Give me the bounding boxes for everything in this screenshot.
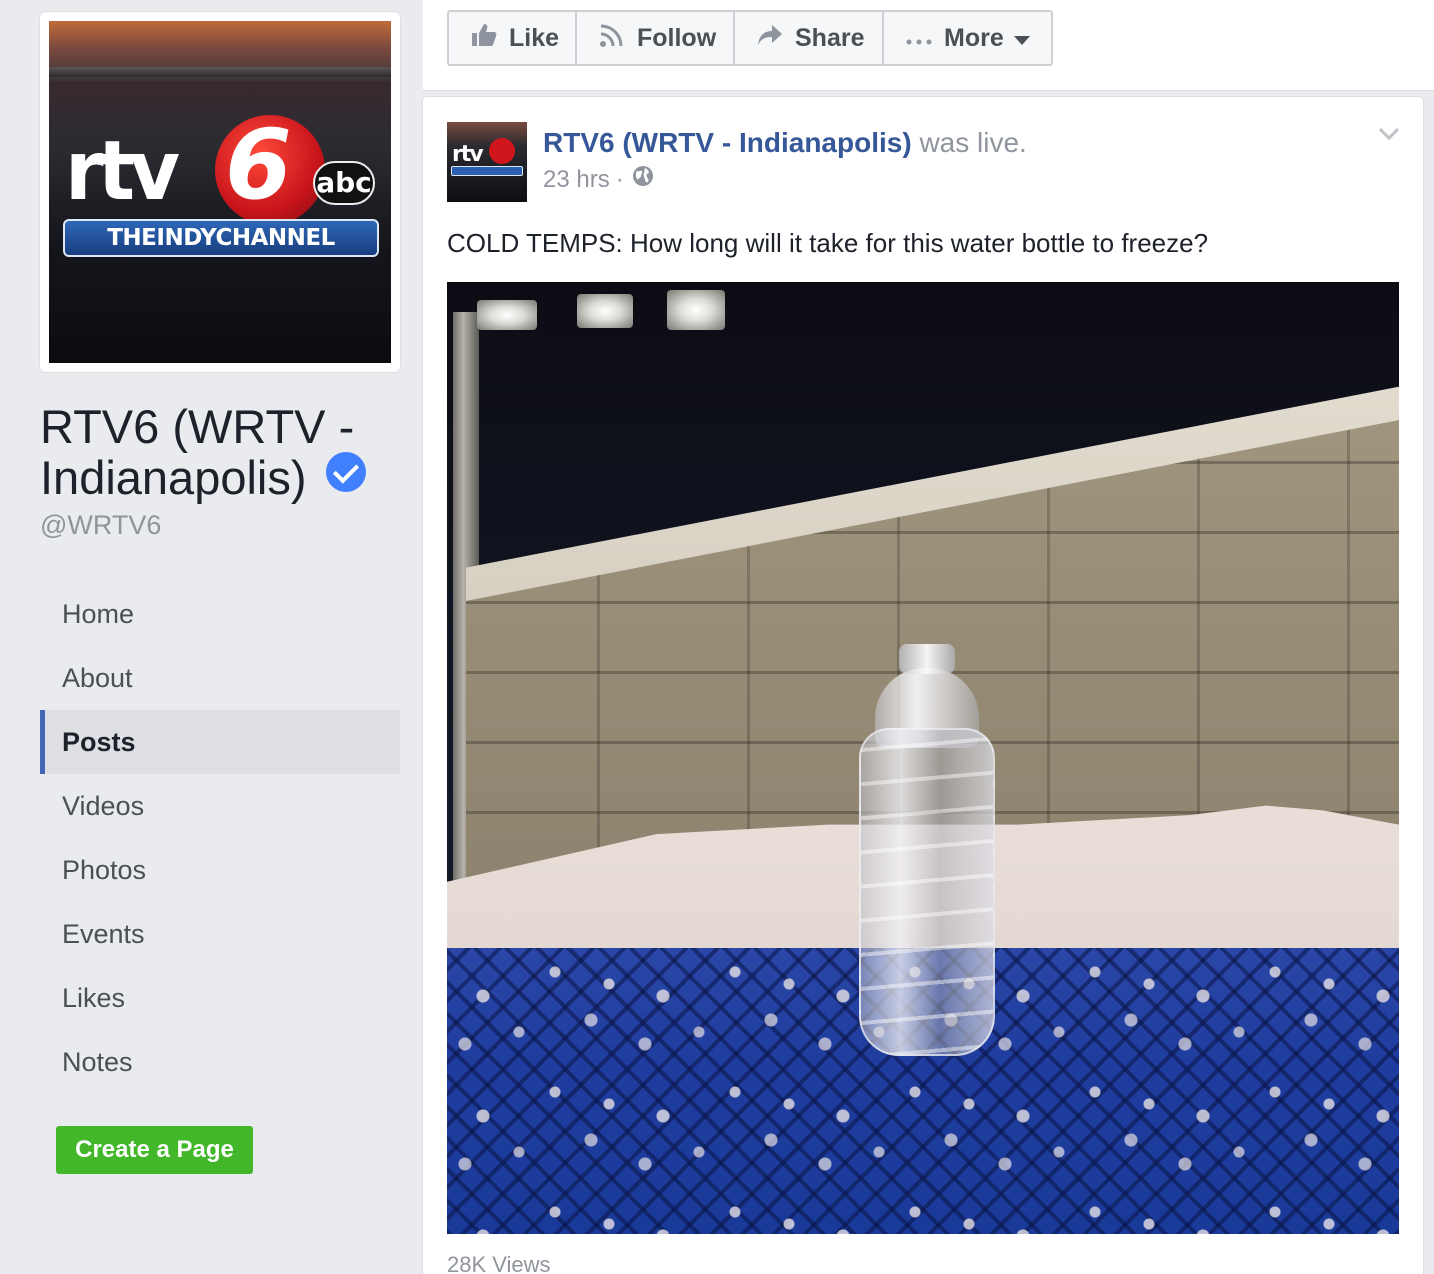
sidebar-item-home[interactable]: Home: [40, 582, 400, 646]
logo-band: THEINDYCHANNEL: [63, 219, 379, 257]
share-arrow-icon: [757, 24, 783, 53]
video-water-bottle: [859, 638, 995, 1056]
sidebar-item-notes[interactable]: Notes: [40, 1030, 400, 1094]
profile-picture-card[interactable]: rtv 6 abc THEINDYCHANNEL: [40, 12, 400, 372]
sidebar-item-videos[interactable]: Videos: [40, 774, 400, 838]
chevron-down-icon[interactable]: [1378, 127, 1400, 146]
profile-picture[interactable]: rtv 6 abc THEINDYCHANNEL: [49, 21, 391, 363]
like-button[interactable]: Like: [449, 12, 577, 64]
post-card: rtv RTV6 (WRTV - Indianapolis) was live.…: [423, 97, 1423, 1274]
like-label: Like: [509, 23, 560, 52]
logo-network: abc: [313, 161, 375, 205]
sidebar-item-about[interactable]: About: [40, 646, 400, 710]
verified-badge-icon[interactable]: [325, 452, 366, 492]
avatar-logo-badge: [489, 138, 515, 164]
sidebar-item-events[interactable]: Events: [40, 902, 400, 966]
rss-icon: [599, 22, 625, 55]
post-action-text: was live.: [919, 127, 1027, 158]
page-action-bar: Like Follow Share More: [423, 0, 1434, 90]
follow-button[interactable]: Follow: [577, 12, 735, 64]
post-text: COLD TEMPS: How long will it take for th…: [447, 228, 1209, 258]
action-button-group: Like Follow Share More: [447, 10, 1053, 66]
more-button[interactable]: More: [884, 12, 1051, 64]
video-lamp: [477, 300, 537, 330]
ellipsis-icon: [906, 24, 932, 53]
sidebar-item-likes[interactable]: Likes: [40, 966, 400, 1030]
thumbs-up-icon: [471, 23, 497, 54]
post-header: RTV6 (WRTV - Indianapolis) was live.: [543, 125, 1027, 161]
caret-down-icon: [1013, 24, 1030, 53]
sidebar-item-posts[interactable]: Posts: [40, 710, 400, 774]
follow-label: Follow: [637, 23, 717, 52]
post-author-avatar[interactable]: rtv: [447, 122, 527, 202]
more-label: More: [944, 23, 1004, 52]
page-title: RTV6 (WRTV - Indianapolis): [40, 402, 410, 503]
page-navigation: Home About Posts Videos Photos Events Li…: [40, 582, 400, 1094]
post-author-link[interactable]: RTV6 (WRTV - Indianapolis): [543, 127, 912, 158]
page-root: rtv 6 abc THEINDYCHANNEL RTV6 (WRTV - In…: [0, 0, 1434, 1274]
meta-separator: ·: [615, 165, 624, 193]
video-lamp: [667, 290, 725, 330]
logo-wordmark: rtv: [65, 124, 180, 219]
post-timestamp[interactable]: 23 hrs: [543, 166, 610, 194]
live-video-player[interactable]: [447, 282, 1399, 1234]
share-label: Share: [795, 23, 865, 52]
share-button[interactable]: Share: [735, 12, 884, 64]
bottle-cap: [899, 644, 955, 674]
view-count: 28K Views: [447, 1252, 551, 1274]
station-logo: rtv 6 abc THEINDYCHANNEL: [63, 109, 385, 261]
profile-picture-roofline: [49, 67, 391, 77]
globe-icon[interactable]: [632, 165, 654, 194]
bottle-body: [859, 728, 995, 1056]
post-meta: 23 hrs ·: [543, 165, 654, 194]
sidebar-item-photos[interactable]: Photos: [40, 838, 400, 902]
avatar-logo-band: [451, 166, 523, 176]
create-page-button[interactable]: Create a Page: [56, 1126, 253, 1174]
logo-number: 6: [225, 109, 292, 221]
avatar-logo-text: rtv: [452, 142, 484, 167]
page-handle[interactable]: @WRTV6: [40, 510, 161, 541]
video-lamp: [577, 294, 633, 328]
page-name: RTV6 (WRTV - Indianapolis): [40, 400, 355, 504]
